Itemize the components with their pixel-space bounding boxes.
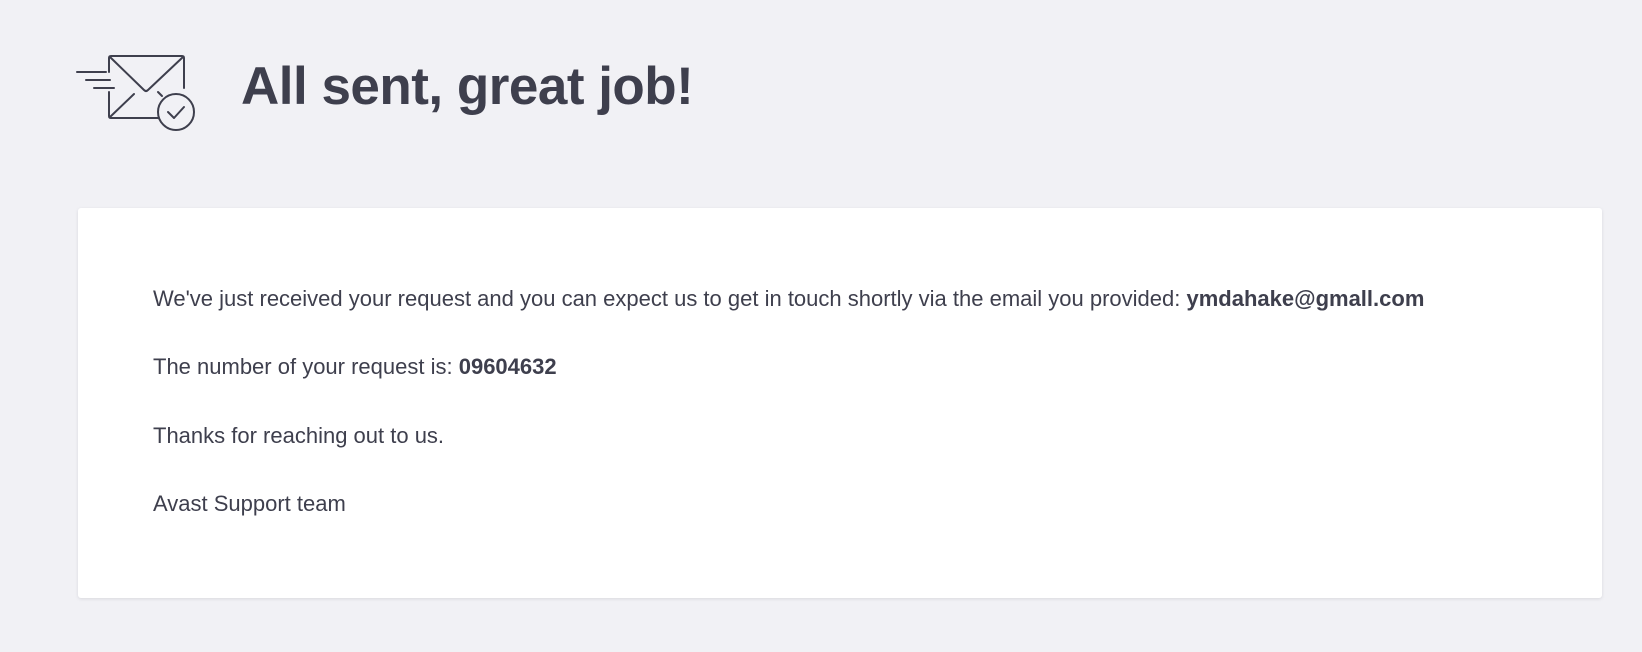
request-number-message: The number of your request is: 09604632 (153, 354, 1602, 380)
confirmation-header: All sent, great job! (76, 52, 694, 136)
page-title: All sent, great job! (241, 56, 694, 116)
thanks-message: Thanks for reaching out to us. (153, 422, 445, 448)
signature: Avast Support team (153, 491, 346, 517)
request-number: 09604632 (458, 354, 557, 380)
envelope-sent-check-icon (76, 55, 195, 131)
provided-email: ymdahake@gmall.com (1186, 286, 1425, 311)
request-received-text: We've just received your request and you… (153, 286, 1181, 311)
confirmation-card: We've just received your request and you… (78, 208, 1602, 598)
request-number-label: The number of your request is: (153, 354, 453, 380)
request-received-message: We've just received your request and you… (153, 286, 1602, 312)
